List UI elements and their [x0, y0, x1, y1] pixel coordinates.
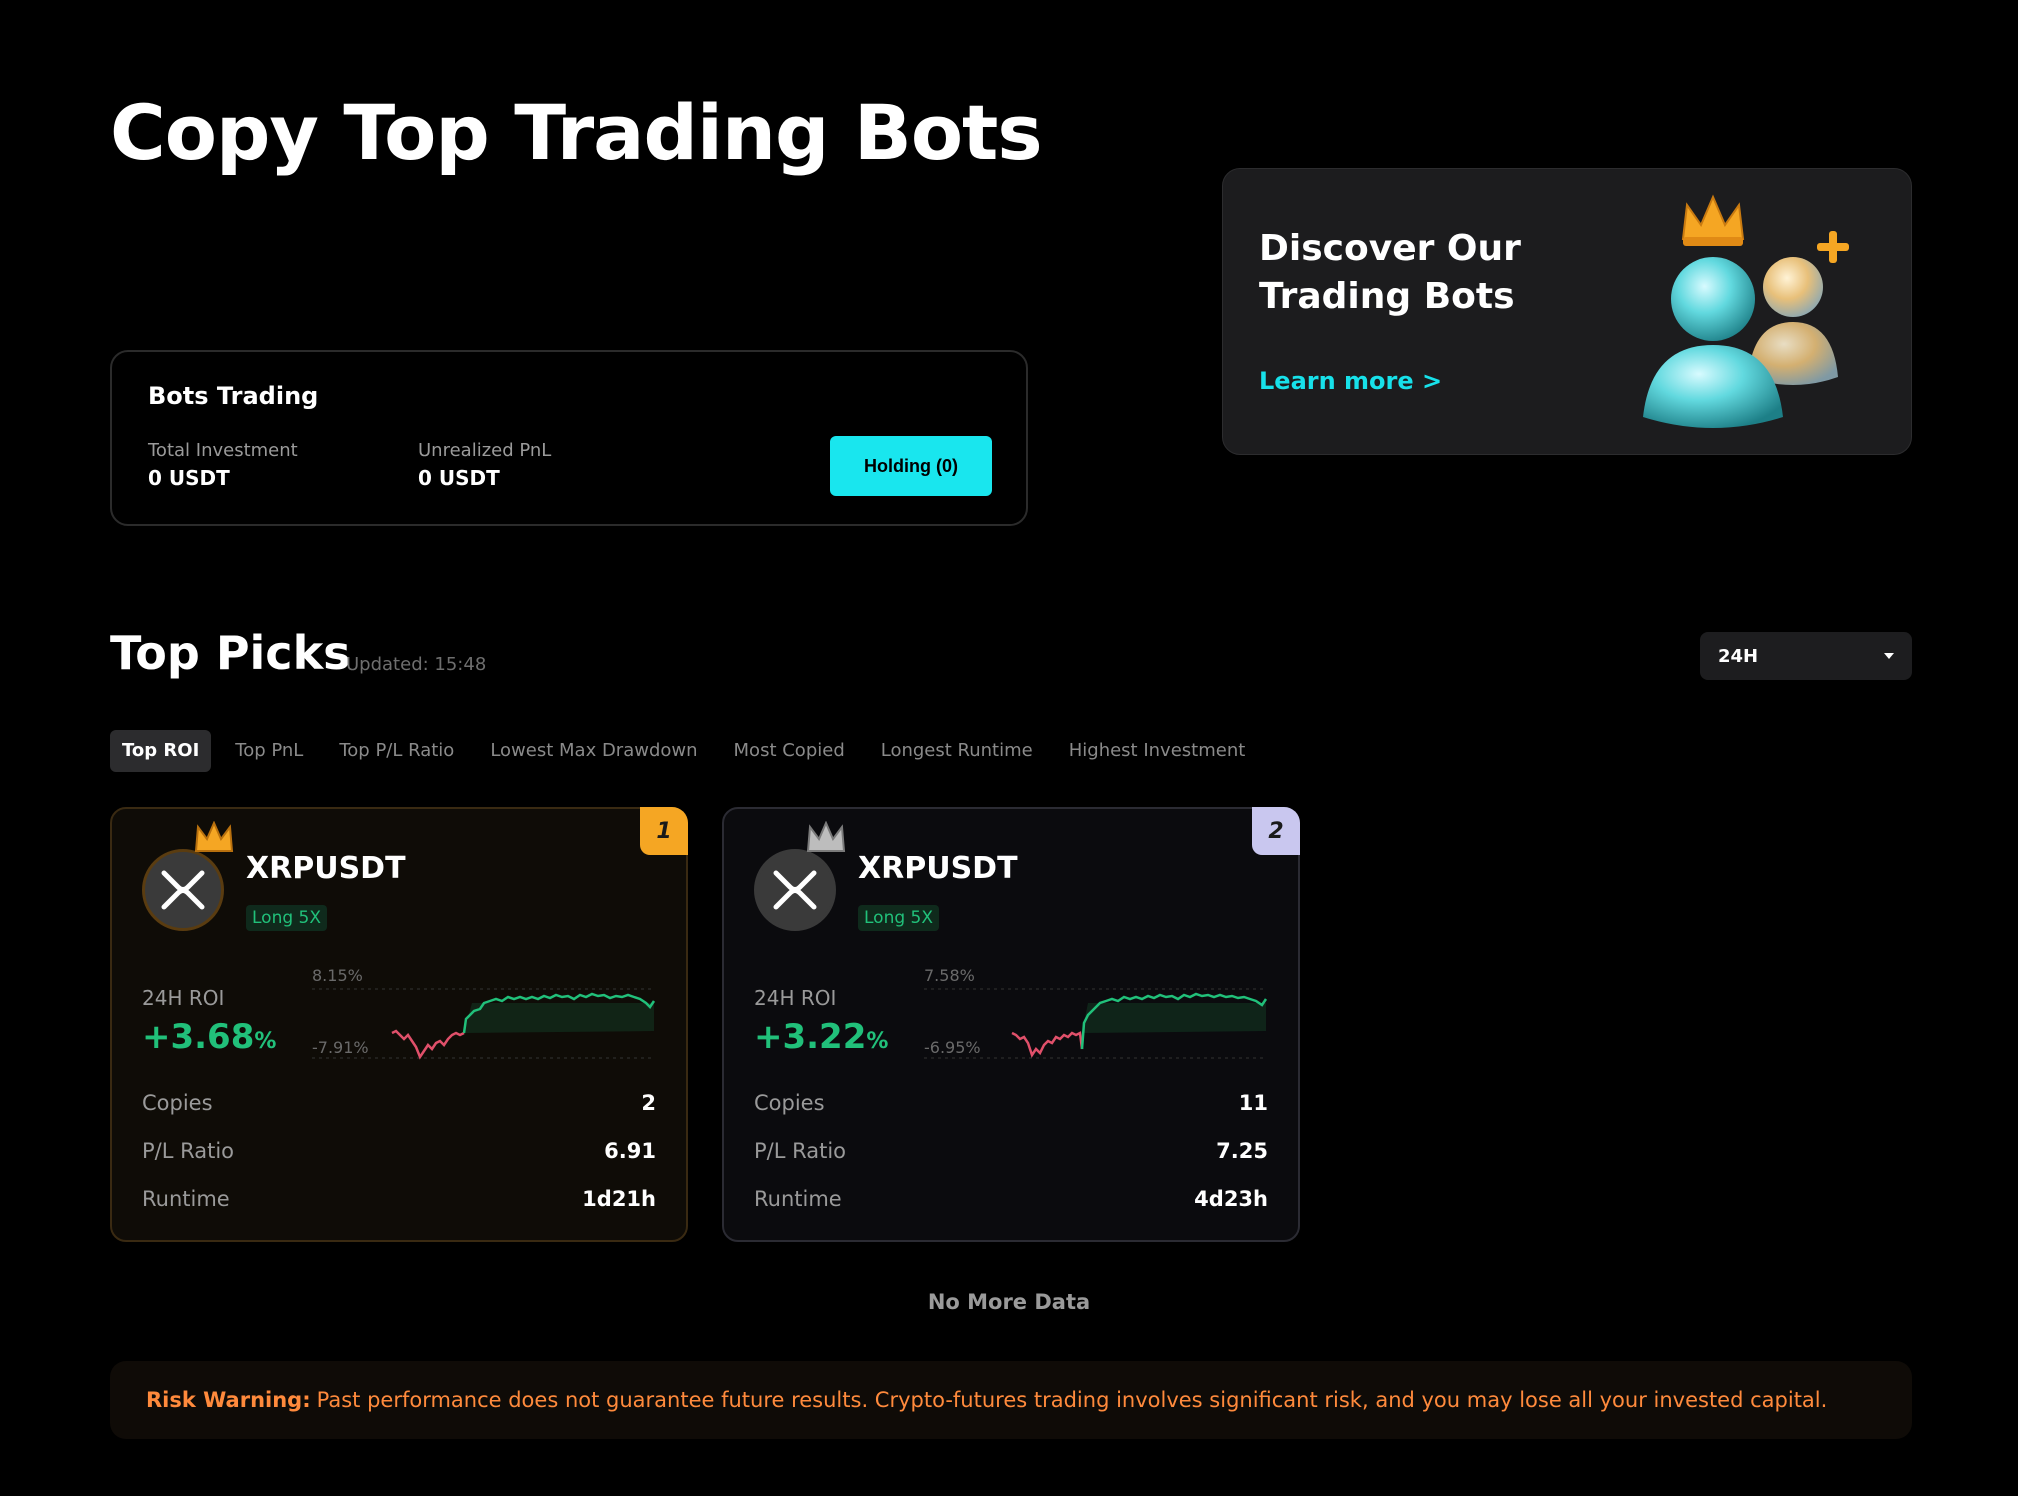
bots-trading-title: Bots Trading [148, 382, 319, 410]
top-picks-title: Top Picks [110, 626, 351, 680]
roi-unit: % [866, 1029, 889, 1054]
period-value: 24H [1718, 645, 1759, 667]
tab-top-pl-ratio[interactable]: Top P/L Ratio [327, 730, 466, 772]
pl-ratio-label: P/L Ratio [754, 1139, 847, 1163]
roi-label: 24H ROI [142, 986, 225, 1010]
roi-unit: % [254, 1029, 277, 1054]
period-select[interactable]: 24H [1700, 632, 1912, 680]
roi-sparkline: 8.15% -7.91% [312, 966, 656, 1060]
copies-label: Copies [754, 1091, 825, 1115]
runtime-value: 1d21h [582, 1187, 656, 1211]
runtime-value: 4d23h [1194, 1187, 1268, 1211]
total-investment-value: 0 USDT [148, 466, 230, 490]
roi-number: +3.22 [754, 1017, 867, 1057]
pl-ratio-value: 6.91 [604, 1139, 656, 1163]
chart-max-label: 7.58% [924, 966, 975, 985]
gold-crown-icon [194, 821, 234, 852]
risk-warning: Risk Warning: Past performance does not … [110, 1361, 1912, 1439]
pl-ratio-value: 7.25 [1216, 1139, 1268, 1163]
roi-sparkline: 7.58% -6.95% [924, 966, 1268, 1059]
runtime-label: Runtime [754, 1187, 842, 1211]
roi-value: +3.68% [142, 1017, 276, 1057]
leverage-badge: Long 5X [858, 905, 940, 931]
tab-top-pnl[interactable]: Top PnL [223, 730, 315, 772]
tab-top-roi[interactable]: Top ROI [110, 730, 212, 772]
tab-longest-runtime[interactable]: Longest Runtime [869, 730, 1045, 772]
bot-card[interactable]: 2 XRPUSDT Long 5X 24H ROI +3.22% 7.58% -… [722, 807, 1300, 1242]
roi-value: +3.22% [754, 1017, 888, 1057]
rank-badge: 2 [1252, 807, 1300, 855]
rank-badge: 1 [640, 807, 688, 855]
silver-crown-icon [806, 821, 846, 852]
runtime-label: Runtime [142, 1187, 230, 1211]
users-with-crown-icon [1643, 194, 1849, 428]
no-more-data: No More Data [927, 1290, 1091, 1314]
pl-ratio-label: P/L Ratio [142, 1139, 235, 1163]
page-title: Copy Top Trading Bots [110, 88, 1043, 177]
tab-lowest-max-drawdown[interactable]: Lowest Max Drawdown [478, 730, 709, 772]
xrp-coin-icon [754, 849, 836, 931]
copies-value: 11 [1238, 1091, 1268, 1115]
discover-bots-card[interactable]: Discover Our Trading Bots Learn more > [1222, 168, 1912, 455]
unrealized-pnl-label: Unrealized PnL [418, 440, 552, 461]
roi-label: 24H ROI [754, 986, 837, 1010]
chart-min-label: -7.91% [312, 1038, 369, 1057]
risk-warning-text: Past performance does not guarantee futu… [316, 1388, 1828, 1412]
learn-more-link[interactable]: Learn more > [1259, 367, 1442, 395]
sort-tabs: Top ROI Top PnL Top P/L Ratio Lowest Max… [110, 730, 1269, 772]
leverage-badge: Long 5X [246, 905, 328, 931]
pair-name: XRPUSDT [858, 851, 1018, 886]
bots-trading-panel: Bots Trading Total Investment 0 USDT Unr… [110, 350, 1028, 526]
copies-label: Copies [142, 1091, 213, 1115]
chart-min-label: -6.95% [924, 1038, 981, 1057]
risk-warning-label: Risk Warning: [146, 1388, 311, 1412]
tab-highest-investment[interactable]: Highest Investment [1057, 730, 1258, 772]
unrealized-pnl-value: 0 USDT [418, 466, 500, 490]
xrp-coin-icon [142, 849, 224, 931]
chevron-down-icon [1884, 653, 1894, 659]
chart-max-label: 8.15% [312, 966, 363, 985]
updated-time: Updated: 15:48 [346, 654, 487, 675]
copies-value: 2 [641, 1091, 656, 1115]
total-investment-label: Total Investment [148, 440, 298, 461]
pair-name: XRPUSDT [246, 851, 406, 886]
tab-most-copied[interactable]: Most Copied [722, 730, 857, 772]
holding-button[interactable]: Holding (0) [830, 436, 992, 496]
roi-number: +3.68 [142, 1017, 255, 1057]
bot-card[interactable]: 1 XRPUSDT Long 5X 24H ROI +3.68% 8.15% -… [110, 807, 688, 1242]
